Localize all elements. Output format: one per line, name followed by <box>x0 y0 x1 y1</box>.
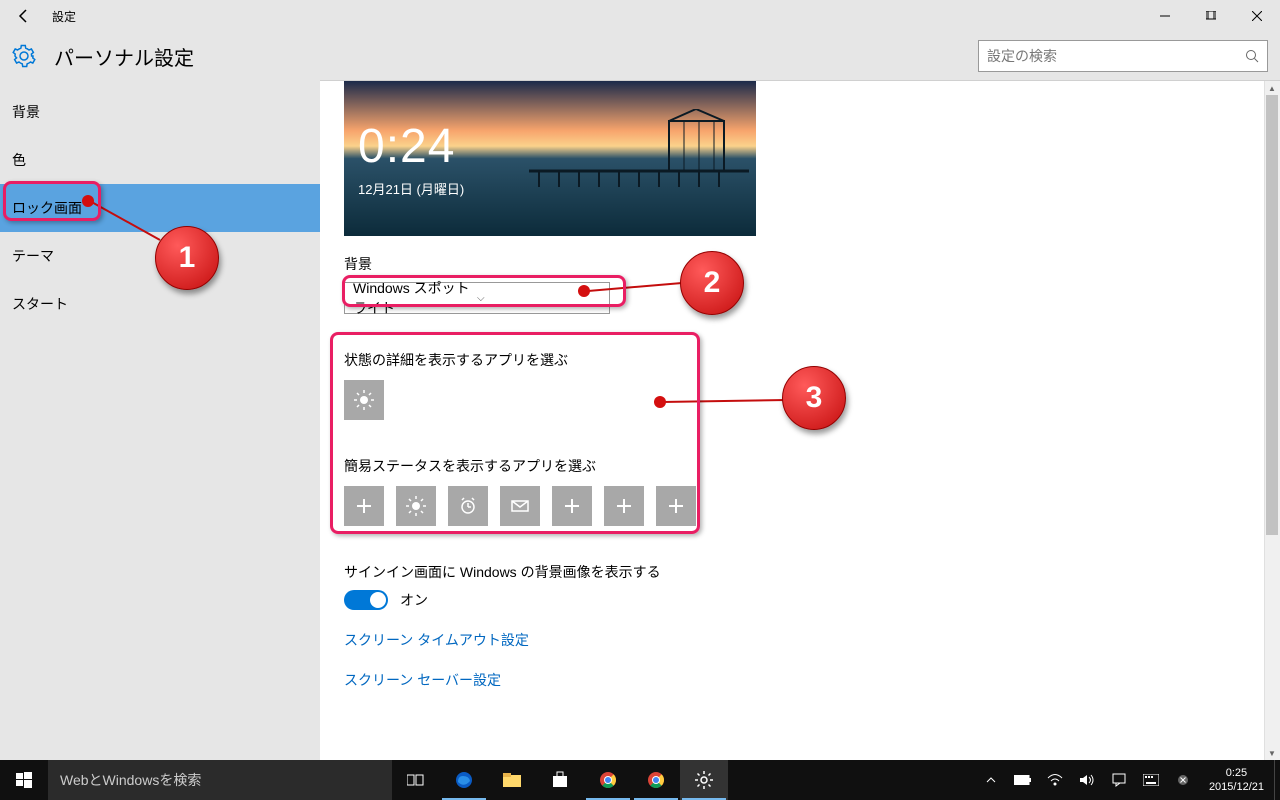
taskbar-app-store[interactable] <box>536 760 584 800</box>
scroll-down-icon[interactable]: ▼ <box>1264 746 1280 760</box>
chrome-icon <box>647 771 665 789</box>
scroll-thumb[interactable] <box>1266 95 1278 535</box>
quick-status-tile-2[interactable] <box>448 486 488 526</box>
alarm-icon <box>458 496 478 516</box>
search-placeholder: 設定の検索 <box>987 46 1245 66</box>
quick-status-tile-6[interactable] <box>656 486 696 526</box>
scrollbar[interactable]: ▲ ▼ <box>1264 81 1280 760</box>
task-view-button[interactable] <box>392 760 440 800</box>
callout-2: 2 <box>680 251 744 315</box>
search-icon <box>1245 49 1259 63</box>
edge-icon <box>454 770 474 790</box>
background-label: 背景 <box>344 254 1256 274</box>
signin-bg-toggle[interactable] <box>344 590 388 610</box>
signin-bg-label: サインイン画面に Windows の背景画像を表示する <box>344 562 1256 582</box>
minimize-button[interactable] <box>1142 0 1188 32</box>
taskbar-app-chrome-1[interactable] <box>584 760 632 800</box>
taskbar-app-settings[interactable] <box>680 760 728 800</box>
preview-date: 12月21日 (月曜日) <box>358 179 464 198</box>
timeout-settings-link[interactable]: スクリーン タイムアウト設定 <box>344 630 1256 650</box>
maximize-button[interactable] <box>1188 0 1234 32</box>
tray-ime-icon[interactable] <box>1135 760 1167 800</box>
background-dropdown[interactable]: Windows スポットライト ⌵ <box>344 282 610 314</box>
sidebar: 背景 色 ロック画面 テーマ スタート <box>0 80 320 760</box>
chrome-icon <box>599 771 617 789</box>
weather-icon <box>354 390 374 410</box>
tray-notifications-icon[interactable] <box>1103 760 1135 800</box>
detailed-status-tile[interactable] <box>344 380 384 420</box>
quick-status-tile-5[interactable] <box>604 486 644 526</box>
quick-status-label: 簡易ステータスを表示するアプリを選ぶ <box>344 456 1256 476</box>
tray-close-icon[interactable] <box>1167 760 1199 800</box>
screensaver-settings-link[interactable]: スクリーン セーバー設定 <box>344 670 1256 690</box>
sidebar-item-color[interactable]: 色 <box>0 136 320 184</box>
dropdown-value: Windows スポットライト <box>353 278 477 318</box>
gear-icon <box>12 44 36 68</box>
plus-icon <box>614 496 634 516</box>
anchor-dot-2 <box>578 285 590 297</box>
preview-scenery <box>529 109 749 189</box>
plus-icon <box>354 496 374 516</box>
close-button[interactable] <box>1234 0 1280 32</box>
preview-time: 0:24 <box>358 119 455 174</box>
page-title: パーソナル設定 <box>54 42 194 71</box>
back-button[interactable] <box>0 0 48 32</box>
plus-icon <box>562 496 582 516</box>
sidebar-item-lock-screen[interactable]: ロック画面 <box>0 184 320 232</box>
quick-status-tile-3[interactable] <box>500 486 540 526</box>
windows-icon <box>16 772 32 788</box>
plus-icon <box>666 496 686 516</box>
gear-icon <box>695 771 713 789</box>
tray-battery-icon[interactable] <box>1007 760 1039 800</box>
quick-status-tile-1[interactable] <box>396 486 436 526</box>
sidebar-item-start[interactable]: スタート <box>0 280 320 328</box>
sidebar-item-background[interactable]: 背景 <box>0 88 320 136</box>
scroll-up-icon[interactable]: ▲ <box>1264 81 1280 95</box>
mail-icon <box>510 496 530 516</box>
anchor-dot-1 <box>82 195 94 207</box>
tray-wifi-icon[interactable] <box>1039 760 1071 800</box>
callout-1: 1 <box>155 226 219 290</box>
quick-status-tile-0[interactable] <box>344 486 384 526</box>
show-desktop-button[interactable] <box>1274 760 1280 800</box>
task-view-icon <box>407 773 425 787</box>
window-title: 設定 <box>48 8 76 25</box>
anchor-dot-3 <box>654 396 666 408</box>
taskbar-app-edge[interactable] <box>440 760 488 800</box>
start-button[interactable] <box>0 760 48 800</box>
header: パーソナル設定 設定の検索 <box>0 32 1280 80</box>
taskbar-app-explorer[interactable] <box>488 760 536 800</box>
tray-volume-icon[interactable] <box>1071 760 1103 800</box>
callout-3: 3 <box>782 366 846 430</box>
tray-overflow[interactable] <box>975 760 1007 800</box>
detailed-status-label: 状態の詳細を表示するアプリを選ぶ <box>344 350 1256 370</box>
taskbar-clock[interactable]: 0:25 2015/12/21 <box>1199 766 1274 795</box>
taskbar-app-chrome-2[interactable] <box>632 760 680 800</box>
store-icon <box>551 771 569 789</box>
lock-screen-preview: 0:24 12月21日 (月曜日) <box>344 81 756 236</box>
weather-icon <box>406 496 426 516</box>
taskbar: WebとWindowsを検索 0:25 2015/12/21 <box>0 760 1280 800</box>
taskbar-search[interactable]: WebとWindowsを検索 <box>48 760 392 800</box>
toggle-state-label: オン <box>400 590 428 610</box>
titlebar: 設定 <box>0 0 1280 32</box>
quick-status-tile-4[interactable] <box>552 486 592 526</box>
folder-icon <box>503 773 521 787</box>
search-input[interactable]: 設定の検索 <box>978 40 1268 72</box>
